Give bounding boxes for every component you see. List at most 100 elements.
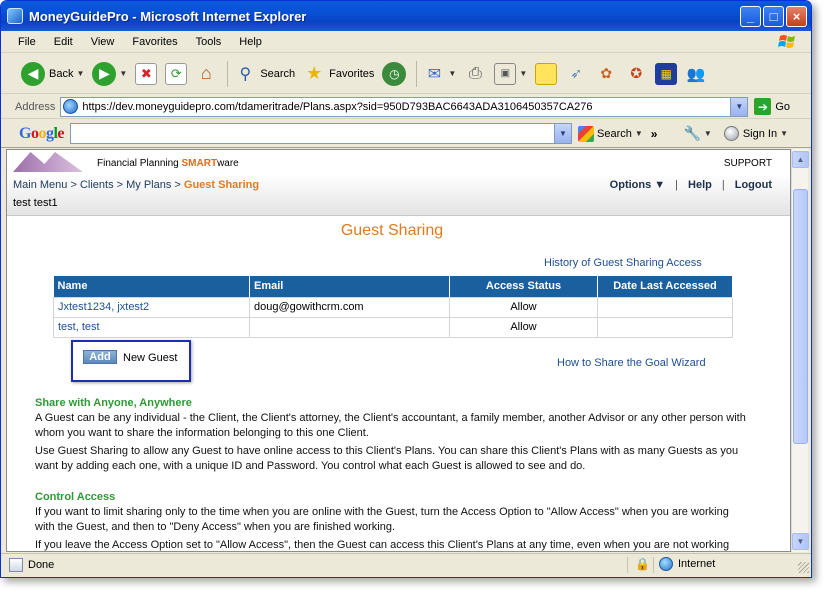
menu-edit[interactable]: Edit (45, 36, 82, 48)
forward-button[interactable]: ▶ ▼ (92, 61, 127, 86)
stop-icon: ✖ (135, 62, 158, 85)
cursor-icon: ➶ (570, 65, 583, 81)
toolbar-addon-button[interactable]: ✪ (625, 63, 647, 85)
menu-file[interactable]: File (9, 36, 45, 48)
section-control-paragraph-1: If you want to limit sharing only to the… (35, 506, 729, 533)
history-button[interactable]: ◷ (382, 61, 407, 86)
settings-dropdown-icon[interactable]: ▼ (704, 129, 712, 138)
google-more-button[interactable]: » (651, 127, 658, 141)
logout-link[interactable]: Logout (735, 179, 772, 191)
menu-bar: File Edit View Favorites Tools Help (1, 31, 811, 53)
share-goal-wizard-link[interactable]: How to Share the Goal Wizard (557, 357, 706, 369)
vertical-scrollbar[interactable]: ▲ ▼ (791, 149, 809, 552)
page-status-icon (9, 557, 23, 572)
secure-lock-icon: 🔒 (635, 557, 650, 571)
window-title: MoneyGuidePro - Microsoft Internet Explo… (29, 8, 307, 24)
address-dropdown-icon[interactable]: ▼ (730, 97, 748, 116)
status-divider (627, 557, 628, 573)
print-button[interactable]: ⎙ (464, 63, 486, 85)
scroll-down-button[interactable]: ▼ (792, 533, 809, 550)
guest-name-link[interactable]: Jxtest1234, jxtest2 (53, 296, 250, 318)
section-share-paragraph-2: Use Guest Sharing to allow any Guest to … (35, 445, 739, 472)
history-link[interactable]: History of Guest Sharing Access (544, 257, 702, 269)
menu-view[interactable]: View (82, 36, 124, 48)
menu-help[interactable]: Help (230, 36, 271, 48)
signin-icon (723, 126, 739, 141)
minimize-button[interactable]: _ (740, 6, 761, 27)
refresh-icon: ⟳ (165, 62, 188, 85)
edit-button[interactable]: ▣ ▼ (494, 62, 527, 85)
go-button[interactable]: ➔ Go (754, 98, 790, 115)
page-ie-icon (63, 99, 79, 114)
wrench-settings-icon[interactable]: 🔧 (683, 125, 700, 142)
research-button[interactable]: ✿ (595, 63, 617, 85)
breadcrumb-path[interactable]: Main Menu > Clients > My Plans > (13, 179, 184, 191)
contacts-button[interactable]: 👥 (685, 63, 707, 85)
help-link[interactable]: Help (688, 179, 712, 191)
favorites-star-icon: ★ (306, 63, 323, 83)
mail-dropdown-icon[interactable]: ▼ (448, 69, 456, 78)
forward-dropdown-icon[interactable]: ▼ (119, 69, 127, 78)
signin-dropdown-icon[interactable]: ▼ (780, 129, 788, 138)
google-search-dropdown[interactable]: ▼ (635, 129, 643, 138)
status-text: Done (28, 558, 55, 571)
section-heading-control: Control Access (35, 491, 116, 503)
google-search-input[interactable]: ▼ (70, 123, 573, 144)
back-button[interactable]: ◀ Back ▼ (21, 61, 84, 86)
section-heading-share: Share with Anyone, Anywhere (35, 397, 192, 409)
google-search-button[interactable]: Search ▼ (578, 125, 643, 142)
close-button[interactable]: × (786, 6, 807, 27)
stop-button[interactable]: ✖ (135, 62, 158, 85)
scroll-thumb[interactable] (793, 189, 808, 444)
google-toolbar: Google ▼ Search ▼ » 🔧 ▼ Sign In ▼ (1, 120, 811, 148)
standard-toolbar: ◀ Back ▼ ▶ ▼ ✖ ⟳ ⌂ ⚲ Search ★ Favorites … (1, 54, 811, 94)
guest-email: doug@gowithcrm.com (249, 296, 450, 318)
note-icon (535, 62, 558, 85)
breadcrumb: Main Menu > Clients > My Plans > Guest S… (13, 179, 259, 191)
research-icon: ✿ (600, 65, 613, 81)
google-logo[interactable]: Google (19, 125, 64, 143)
guest-date-last-accessed (597, 316, 733, 338)
messenger-grid-icon: ▦ (655, 62, 678, 85)
table-row: Jxtest1234, jxtest2 doug@gowithcrm.com A… (53, 296, 733, 318)
title-bar[interactable]: MoneyGuidePro - Microsoft Internet Explo… (1, 1, 811, 31)
table-row: test, test Allow (53, 316, 733, 338)
favorites-button[interactable]: ★ Favorites (303, 63, 374, 85)
messenger-toolbar-button[interactable]: ▦ (655, 62, 678, 85)
nav-divider: | (721, 179, 725, 191)
site-header: Financial Planning SMARTware SUPPORT (7, 150, 790, 176)
search-icon: ⚲ (239, 65, 252, 83)
home-button[interactable]: ⌂ (195, 63, 217, 85)
edit-dropdown-icon[interactable]: ▼ (519, 69, 527, 78)
discuss-button[interactable] (535, 62, 558, 85)
address-url: https://dev.moneyguidepro.com/tdameritra… (82, 100, 593, 113)
resize-grip[interactable] (798, 562, 809, 573)
search-button[interactable]: ⚲ Search (234, 63, 295, 85)
maximize-button[interactable]: □ (763, 6, 784, 27)
add-guest-button[interactable]: Add (83, 350, 117, 364)
support-link[interactable]: SUPPORT (724, 158, 772, 169)
google-signin-button[interactable]: Sign In ▼ (723, 126, 788, 141)
mail-envelope-icon: ✉ (427, 65, 442, 83)
options-menu[interactable]: Options ▼ (610, 179, 666, 191)
column-header-access-status: Access Status (449, 276, 598, 297)
mail-button[interactable]: ✉ ▼ (423, 63, 457, 85)
site-tagline: Financial Planning SMARTware (97, 158, 239, 169)
google-search-dropdown-icon[interactable]: ▼ (554, 124, 572, 143)
cursor-tool-button[interactable]: ➶ (565, 63, 587, 85)
edit-page-icon: ▣ (494, 62, 517, 85)
google-search-icon (578, 125, 595, 142)
guest-name-link[interactable]: test, test (53, 316, 250, 338)
address-input[interactable]: https://dev.moneyguidepro.com/tdameritra… (60, 96, 749, 117)
back-dropdown-icon[interactable]: ▼ (76, 69, 84, 78)
addon-icon: ✪ (630, 65, 643, 81)
refresh-button[interactable]: ⟳ (165, 62, 188, 85)
table-header-row: Name Email Access Status Date Last Acces… (53, 276, 733, 297)
menu-tools[interactable]: Tools (187, 36, 231, 48)
breadcrumb-current: Guest Sharing (183, 179, 260, 191)
menu-favorites[interactable]: Favorites (123, 36, 186, 48)
section-share-paragraph-1: A Guest can be any individual - the Clie… (35, 412, 746, 439)
scroll-up-button[interactable]: ▲ (792, 151, 809, 168)
guest-email (249, 316, 450, 338)
page-title: Guest Sharing (340, 222, 444, 239)
